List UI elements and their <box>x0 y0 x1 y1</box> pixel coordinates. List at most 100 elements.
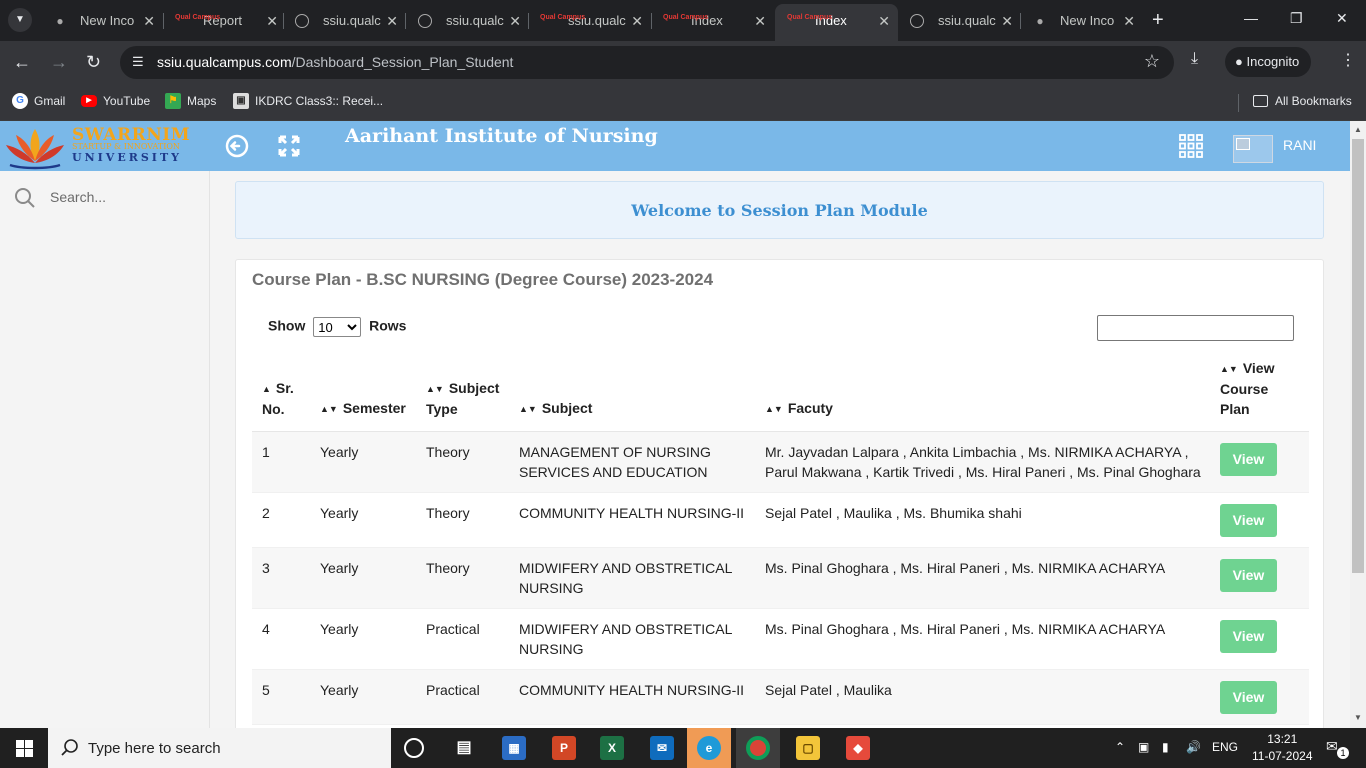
show-hidden-icons-chevron-icon[interactable]: ⌃ <box>1115 740 1125 754</box>
cell-faculty: Ms. Pinal Ghoghara , Ms. Hiral Paneri , … <box>755 608 1210 670</box>
sort-icon: ▲▼ <box>426 384 444 394</box>
input-language[interactable]: ENG <box>1212 740 1238 754</box>
scroll-up-icon[interactable]: ▲ <box>1354 125 1362 134</box>
close-window-icon[interactable]: ✕ <box>1336 10 1348 27</box>
mail-icon[interactable]: ✉ <box>650 736 674 760</box>
back-arrow-icon[interactable]: ← <box>13 51 31 73</box>
close-tab-icon[interactable]: ✕ <box>1123 6 1135 36</box>
apps-grid-icon[interactable] <box>1178 133 1204 159</box>
page-scrollbar[interactable]: ▲ ▼ <box>1350 121 1366 728</box>
browser-tab-8[interactable]: ssiu.qualc ✕ <box>898 6 1021 36</box>
restore-icon[interactable]: ❐ <box>1290 10 1303 27</box>
view-course-plan-button[interactable]: View <box>1220 681 1277 714</box>
view-course-plan-button[interactable]: View <box>1220 504 1277 537</box>
download-icon[interactable]: ⤓ <box>1191 50 1198 68</box>
close-tab-icon[interactable]: ✕ <box>631 6 643 36</box>
sort-asc-icon: ▲ <box>262 384 271 394</box>
qualcampus-icon: Qual Campus <box>540 14 586 21</box>
powerpoint-icon[interactable]: P <box>552 736 576 760</box>
column-subject[interactable]: ▲▼ Subject <box>509 348 755 432</box>
minimize-icon[interactable]: — <box>1244 10 1258 26</box>
tab-search-chevron-icon[interactable]: ▼ <box>8 8 32 32</box>
university-logo[interactable]: SWARRNIM STARTUP & INNOVATION UNIVERSITY <box>2 123 190 170</box>
new-tab-plus-icon[interactable]: + <box>1152 8 1164 32</box>
tab-title: ssiu.qualc <box>323 13 381 28</box>
close-tab-icon[interactable]: ✕ <box>1001 6 1013 36</box>
column-sr-no[interactable]: ▲ Sr. No. <box>252 348 310 432</box>
column-view-course-plan[interactable]: ▲▼ View Course Plan <box>1210 348 1309 432</box>
view-course-plan-button[interactable]: View <box>1220 620 1277 653</box>
bookmark-maps[interactable]: ⚑ Maps <box>165 93 216 109</box>
globe-icon <box>910 14 924 28</box>
browser-tab-4[interactable]: ssiu.qualc ✕ <box>406 6 529 36</box>
column-label: Semester <box>342 400 406 416</box>
reload-icon[interactable]: ↻ <box>86 51 101 73</box>
cell-faculty: Ms. Pinal Ghoghara , Ms. Hiral Paneri , … <box>755 547 1210 609</box>
site-settings-icon[interactable]: ☰ <box>132 54 144 70</box>
sort-icon: ▲▼ <box>320 404 338 414</box>
address-bar[interactable]: ☰ ssiu.qualcampus.com/Dashboard_Session_… <box>120 46 1174 79</box>
bookmark-label: Maps <box>187 94 217 108</box>
anydesk-icon[interactable]: ◆ <box>846 736 870 760</box>
taskbar-search-box[interactable]: Type here to search <box>48 728 391 768</box>
battery-icon[interactable]: ▮ <box>1162 740 1169 754</box>
sidebar-search-input[interactable]: Search... <box>50 189 106 205</box>
view-course-plan-button[interactable]: View <box>1220 443 1277 476</box>
browser-tab-2[interactable]: Qual Campus Report ✕ <box>163 6 286 36</box>
column-semester[interactable]: ▲▼ Semester <box>310 348 416 432</box>
microsoft-store-icon[interactable]: ▦ <box>502 736 526 760</box>
browser-tab-7-active[interactable]: Qual Campus Index ✕ <box>775 4 898 41</box>
back-circle-icon[interactable] <box>224 133 250 159</box>
scroll-down-icon[interactable]: ▼ <box>1354 713 1362 722</box>
task-view-icon[interactable]: ▤ <box>452 736 476 760</box>
url-path: /Dashboard_Session_Plan_Student <box>291 54 514 70</box>
bookmark-ikdrc[interactable]: ▣ IKDRC Class3:: Recei... <box>233 93 383 109</box>
scrollbar-thumb[interactable] <box>1352 139 1364 573</box>
user-avatar-icon[interactable] <box>1233 135 1273 163</box>
table-search-input[interactable] <box>1097 315 1294 341</box>
file-explorer-icon[interactable]: ▢ <box>796 736 820 760</box>
taskbar-clock[interactable]: 13:21 11-07-2024 <box>1252 731 1313 765</box>
close-tab-icon[interactable]: ✕ <box>754 6 766 36</box>
column-faculty[interactable]: ▲▼ Facuty <box>755 348 1210 432</box>
cell-sr-no: 2 <box>252 492 310 548</box>
cell-faculty: Sejal Patel , Maulika <box>755 669 1210 725</box>
incognito-profile-chip[interactable]: ● Incognito <box>1225 47 1312 77</box>
notification-center-icon[interactable]: ✉ <box>1326 738 1338 755</box>
browser-tab-3[interactable]: ssiu.qualc ✕ <box>283 6 406 36</box>
close-tab-icon[interactable]: ✕ <box>386 6 398 36</box>
browser-tab-6[interactable]: Qual Campus Index ✕ <box>651 6 774 36</box>
browser-menu-icon[interactable]: ⋮ <box>1340 50 1356 70</box>
close-tab-icon[interactable]: ✕ <box>143 6 155 36</box>
browser-tab-9[interactable]: ● New Inco ✕ <box>1020 6 1143 36</box>
rows-per-page-select[interactable]: 10 <box>313 317 362 337</box>
folder-icon <box>1253 95 1268 107</box>
card-title: Course Plan - B.SC NURSING (Degree Cours… <box>252 270 714 289</box>
close-tab-icon[interactable]: ✕ <box>509 6 521 36</box>
bookmark-star-icon[interactable]: ☆ <box>1144 51 1160 72</box>
close-tab-icon[interactable]: ✕ <box>266 6 278 36</box>
google-icon: G <box>12 93 28 109</box>
bookmark-youtube[interactable]: ▶ YouTube <box>81 93 150 109</box>
all-bookmarks[interactable]: All Bookmarks <box>1253 93 1352 109</box>
logo-text-line2: STARTUP & INNOVATION <box>72 142 180 151</box>
forward-arrow-icon[interactable]: → <box>50 51 68 73</box>
edge-browser-icon[interactable]: e <box>697 736 721 760</box>
fullscreen-expand-icon[interactable] <box>276 133 302 159</box>
column-subject-type[interactable]: ▲▼ Subject Type <box>416 348 509 432</box>
volume-icon[interactable]: 🔊 <box>1186 740 1201 754</box>
bookmark-gmail[interactable]: G Gmail <box>12 93 65 109</box>
network-icon[interactable]: ▣ <box>1138 740 1149 754</box>
chrome-browser-icon[interactable] <box>746 736 770 760</box>
excel-icon[interactable]: X <box>600 736 624 760</box>
url-text[interactable]: ssiu.qualcampus.com/Dashboard_Session_Pl… <box>157 54 513 70</box>
bookmarks-bar: G Gmail ▶ YouTube ⚑ Maps ▣ IKDRC Class3:… <box>0 85 1366 121</box>
browser-tab-5[interactable]: Qual Campus ssiu.qualc ✕ <box>528 6 651 36</box>
user-name[interactable]: RANI <box>1283 137 1316 153</box>
windows-start-icon[interactable] <box>16 740 33 757</box>
cortana-icon[interactable] <box>404 738 424 758</box>
browser-tab-1[interactable]: ● New Inco ✕ <box>40 6 163 36</box>
incognito-icon: ● <box>1036 14 1044 28</box>
close-tab-icon[interactable]: ✕ <box>878 4 890 38</box>
view-course-plan-button[interactable]: View <box>1220 559 1277 592</box>
